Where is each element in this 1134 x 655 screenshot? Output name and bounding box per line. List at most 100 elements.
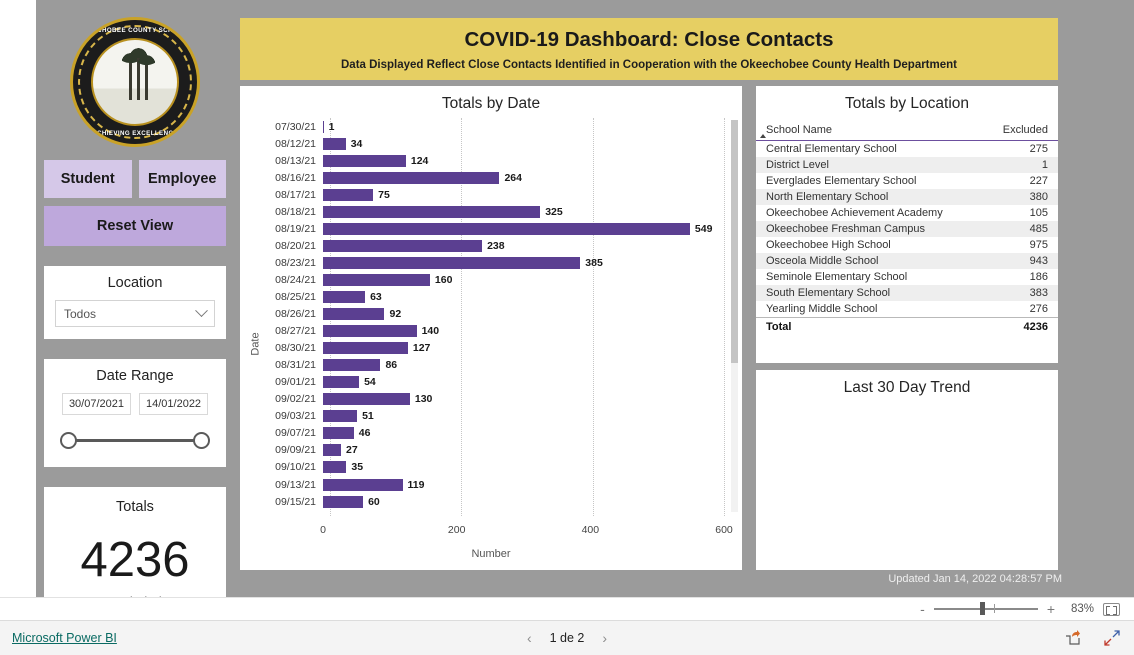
bar-category-label: 09/09/21 [275, 444, 316, 457]
bar[interactable] [323, 410, 358, 423]
bar-row[interactable]: 08/19/21 549 [267, 220, 724, 237]
bar-row[interactable]: 08/25/21 63 [267, 288, 724, 305]
zoom-slider[interactable] [933, 602, 1038, 616]
bar[interactable] [323, 120, 324, 133]
table-row[interactable]: North Elementary School 380 [756, 189, 1058, 205]
filter-button-row: Student Employee [44, 160, 226, 198]
bar-row[interactable]: 08/27/21 140 [267, 323, 724, 340]
bar-row[interactable]: 08/30/21 127 [267, 340, 724, 357]
bar-value-label: 63 [370, 290, 382, 303]
bar[interactable] [323, 478, 403, 491]
chevron-right-icon[interactable]: › [602, 630, 607, 646]
table-row[interactable]: Okeechobee Achievement Academy 105 [756, 205, 1058, 221]
bar-row[interactable]: 09/07/21 46 [267, 425, 724, 442]
bar-row[interactable]: 09/15/21 60 [267, 493, 724, 510]
table-row[interactable]: Okeechobee Freshman Campus 485 [756, 221, 1058, 237]
bar-row[interactable]: 08/17/21 75 [267, 186, 724, 203]
chart-scrollbar[interactable] [731, 120, 738, 512]
column-header-school-name[interactable]: School Name [756, 121, 983, 141]
bar-row[interactable]: 08/31/21 86 [267, 357, 724, 374]
slider-handle-start[interactable] [60, 432, 77, 449]
share-icon[interactable] [1064, 630, 1080, 646]
bar[interactable] [323, 256, 581, 269]
table-row[interactable]: Everglades Elementary School 227 [756, 173, 1058, 189]
bar-track: 86 [323, 357, 724, 374]
bar[interactable] [323, 188, 374, 201]
bar-row[interactable]: 09/13/21 119 [267, 476, 724, 493]
bar-row[interactable]: 08/13/21 124 [267, 152, 724, 169]
bar-row[interactable]: 08/24/21 160 [267, 271, 724, 288]
chart-scrollbar-thumb[interactable] [731, 120, 738, 364]
seal-text-top: OKEECHOBEE COUNTY SCHOOLS [77, 27, 193, 34]
bar-track: 34 [323, 135, 724, 152]
bar[interactable] [323, 205, 541, 218]
cell-school-name: Yearling Middle School [766, 303, 878, 315]
cell-school-name: Central Elementary School [766, 143, 897, 155]
bar-track: 130 [323, 391, 724, 408]
bar[interactable] [323, 359, 381, 372]
table-row[interactable]: District Level 1 [756, 157, 1058, 173]
bar-row[interactable]: 08/23/21 385 [267, 254, 724, 271]
last-30-day-trend-panel: Last 30 Day Trend [756, 370, 1058, 570]
footer-icon-group [1064, 630, 1120, 646]
bar-row[interactable]: 09/09/21 27 [267, 442, 724, 459]
slider-handle-end[interactable] [193, 432, 210, 449]
table-row[interactable]: South Elementary School 383 [756, 285, 1058, 301]
status-bar: - + 83% [0, 597, 1134, 620]
bar[interactable] [323, 376, 360, 389]
bar-row[interactable]: 09/03/21 51 [267, 408, 724, 425]
bar-value-label: 238 [487, 239, 505, 252]
reset-view-button[interactable]: Reset View [44, 206, 226, 246]
bar-row[interactable]: 08/26/21 92 [267, 306, 724, 323]
table-total-row: Total 4236 [756, 317, 1058, 336]
bar[interactable] [323, 325, 417, 338]
bar[interactable] [323, 308, 385, 321]
column-header-excluded[interactable]: Excluded [982, 121, 1058, 141]
chevron-left-icon[interactable]: ‹ [527, 630, 532, 646]
bar-row[interactable]: 08/16/21 264 [267, 169, 724, 186]
table-row[interactable]: Central Elementary School 275 [756, 141, 1058, 158]
bar[interactable] [323, 154, 406, 167]
bar[interactable] [323, 427, 354, 440]
zoom-out-button[interactable]: - [920, 602, 925, 616]
bar-row[interactable]: 07/30/21 1 [267, 118, 724, 135]
bar-row[interactable]: 09/02/21 130 [267, 391, 724, 408]
bar[interactable] [323, 342, 408, 355]
bar[interactable] [323, 273, 430, 286]
bar[interactable] [323, 239, 483, 252]
table-row[interactable]: Okeechobee High School 975 [756, 237, 1058, 253]
bar-row[interactable]: 08/18/21 325 [267, 203, 724, 220]
employee-button[interactable]: Employee [138, 160, 226, 198]
table-row[interactable]: Seminole Elementary School 186 [756, 269, 1058, 285]
cell-school-name: Okeechobee Achievement Academy [766, 207, 943, 219]
date-start-input[interactable]: 30/07/2021 [61, 393, 131, 415]
bar[interactable] [323, 137, 346, 150]
bar-row[interactable]: 09/01/21 54 [267, 374, 724, 391]
table-row[interactable]: Osceola Middle School 943 [756, 253, 1058, 269]
location-selected-value: Todos [64, 306, 97, 321]
table-row[interactable]: Yearling Middle School 276 [756, 301, 1058, 318]
power-bi-link[interactable]: Microsoft Power BI [12, 631, 117, 645]
date-range-slider[interactable] [55, 425, 215, 455]
bar[interactable] [323, 495, 364, 508]
bar-category-label: 08/30/21 [275, 342, 316, 355]
zoom-in-button[interactable]: + [1047, 602, 1055, 616]
fullscreen-icon[interactable] [1104, 630, 1120, 646]
bar[interactable] [323, 171, 500, 184]
last-30-day-trend-title: Last 30 Day Trend [843, 379, 971, 396]
date-end-input[interactable]: 14/01/2022 [139, 393, 209, 415]
location-filter-title: Location [107, 275, 163, 291]
bar[interactable] [323, 290, 366, 303]
bar-row[interactable]: 09/10/21 35 [267, 459, 724, 476]
bar-value-label: 130 [414, 393, 433, 406]
bar[interactable] [323, 393, 410, 406]
bar[interactable] [323, 222, 690, 235]
student-button[interactable]: Student [44, 160, 132, 198]
bar[interactable] [323, 461, 347, 474]
bar-row[interactable]: 08/12/21 34 [267, 135, 724, 152]
location-select[interactable]: Todos [55, 300, 215, 327]
zoom-slider-thumb[interactable] [979, 602, 985, 616]
fit-to-page-icon[interactable] [1103, 602, 1120, 616]
bar[interactable] [323, 444, 342, 457]
bar-row[interactable]: 08/20/21 238 [267, 237, 724, 254]
